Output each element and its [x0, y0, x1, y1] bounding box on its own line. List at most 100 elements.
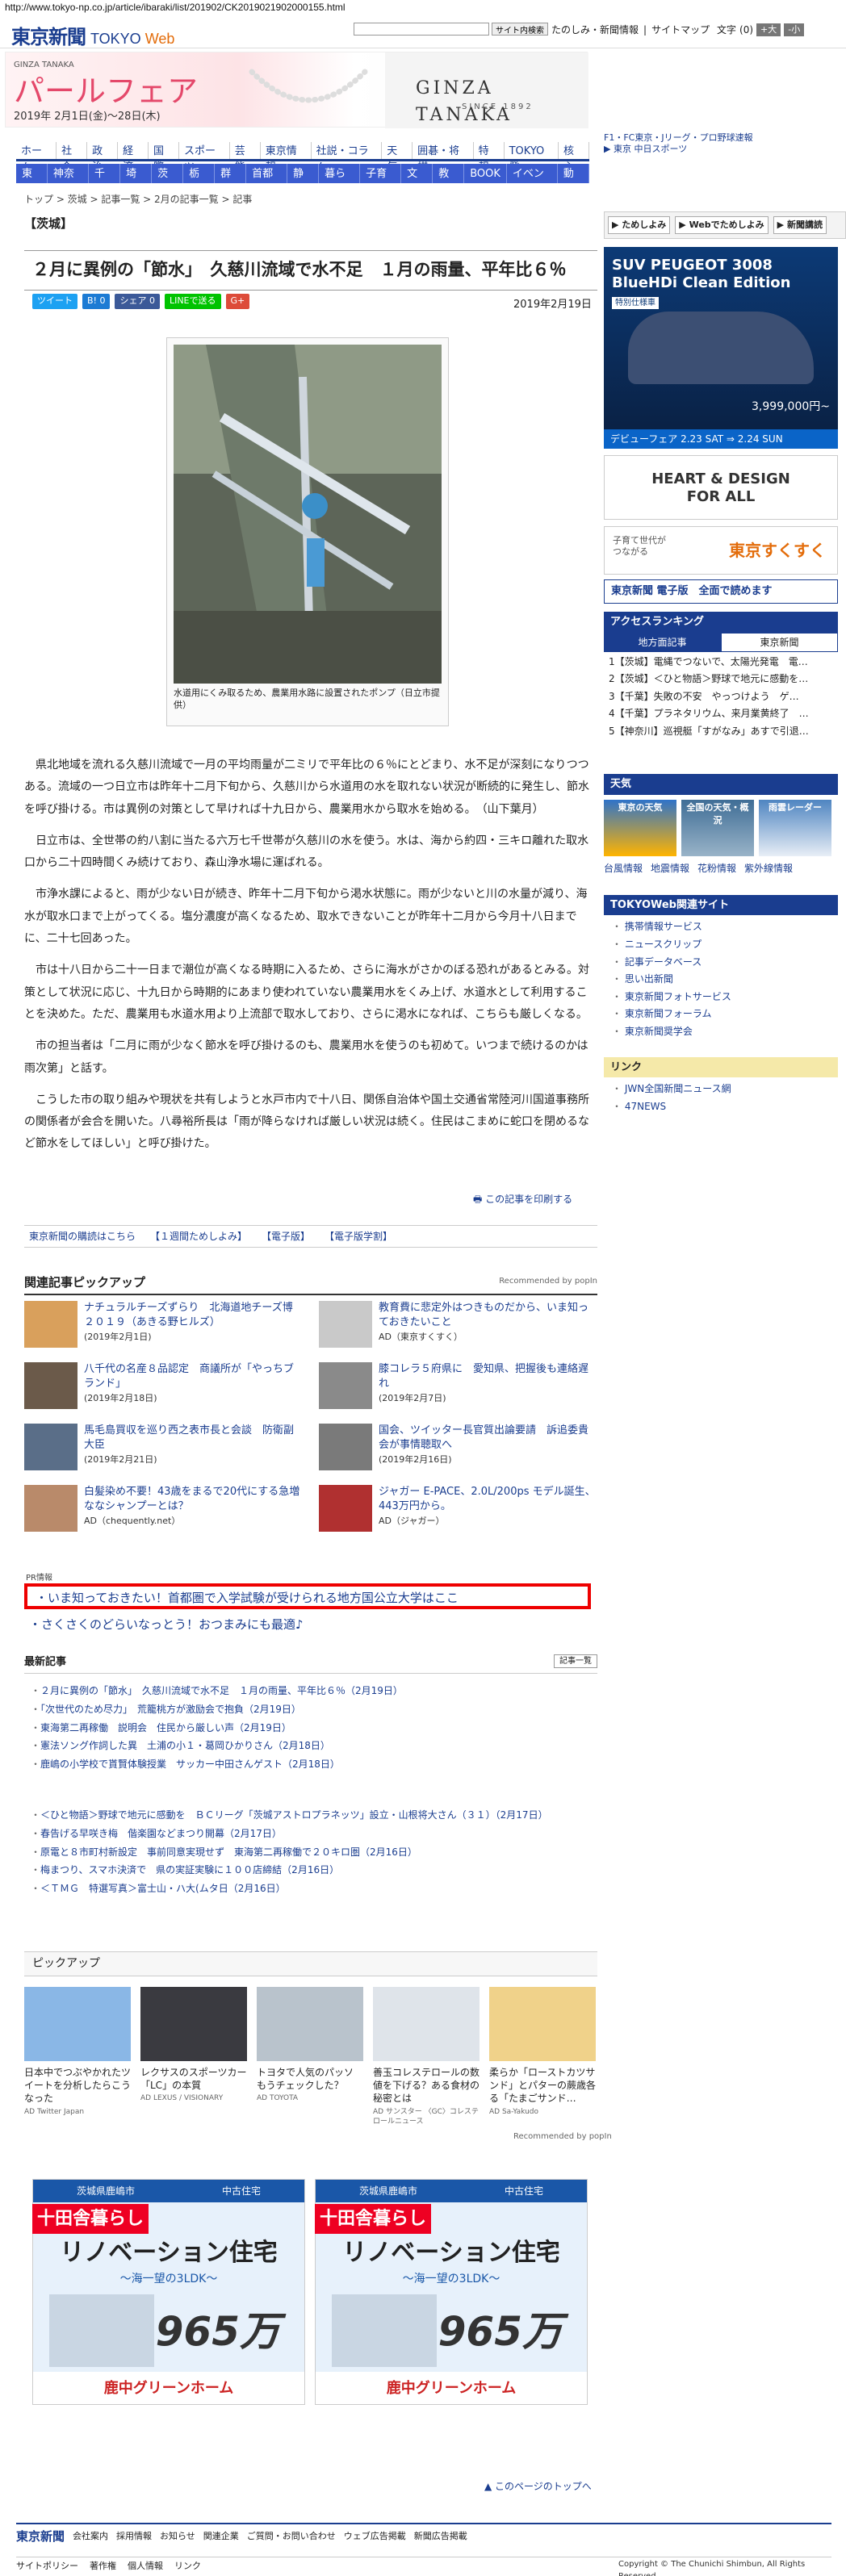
region-nav-item[interactable]: 静岡 [287, 164, 320, 196]
nav-item[interactable]: 国際 [149, 142, 180, 174]
article-list-button[interactable]: 記事一覧 [554, 1654, 597, 1668]
region-nav-item[interactable]: 首都圏 [246, 164, 288, 196]
latest-article-link[interactable]: 「次世代のため尽力」 荒籠桃方が激励会で抱負（2月19日） [31, 1700, 596, 1719]
region-nav-item[interactable]: 茨城 [152, 164, 184, 196]
service-link[interactable]: 東京新聞フォトサービス [612, 989, 830, 1006]
subscribe-link[interactable]: 東京新聞の購読はこちら [29, 1229, 136, 1244]
nav-item[interactable]: 社会 [57, 142, 88, 174]
footer-sub-link[interactable]: 著作権 [90, 2560, 116, 2574]
national-weather[interactable]: 全国の天気・概況 [681, 799, 754, 856]
tokyo-weather[interactable]: 東京の天気 [604, 799, 676, 856]
facebook-share-button[interactable]: シェア 0 [115, 294, 160, 309]
digital-student-link[interactable]: 【電子版学割】 [325, 1229, 392, 1244]
footer-sub-link[interactable]: 個人情報 [128, 2560, 163, 2574]
google-plus-button[interactable]: G+ [225, 294, 250, 309]
latest-article-link[interactable]: 鹿嶋の小学校で貰賢体験授業 サッカー中田さんゲスト（2月18日） [31, 1755, 596, 1774]
tab-local[interactable]: 地方面記事 [604, 632, 721, 652]
header-link-tanoshimi[interactable]: たのしみ・新聞情報 [551, 23, 639, 37]
pickup-item[interactable]: 膝コレラ５府県に 愛知県、把握後も連絡遅れ (2019年2月7日) [319, 1362, 597, 1412]
footer-link[interactable]: ウェブ広告掲載 [344, 2530, 406, 2544]
font-size-plus-button[interactable]: +大 [756, 23, 781, 37]
pearl-fair-ad[interactable]: GINZA TANAKA パールフェア 2019年 2月1日(金)〜28日(木)… [5, 52, 588, 128]
heart-design-ad[interactable]: HEART & DESIGN FOR ALL [604, 455, 838, 520]
region-nav-item[interactable]: 東京 [16, 164, 48, 196]
service-link[interactable]: ニュースクリップ [612, 936, 830, 954]
pickup-item[interactable]: ジャガー E-PACE、2.0L/200ps モデル誕生、443万円から。 AD（… [319, 1485, 597, 1535]
region-nav-item[interactable]: 神奈川 [48, 164, 90, 196]
nav-item[interactable]: TOKYO発 [505, 142, 559, 174]
ranking-item[interactable]: 2【茨城】＜ひと物語＞野球で地元に感動を… [609, 671, 833, 688]
older-article-link[interactable]: 春告げる早咲き梅 偕楽園などまつり開幕（2月17日） [31, 1825, 596, 1843]
web-trial-button[interactable]: ▶ Webでためしよみ [675, 215, 769, 235]
region-nav-item[interactable]: 群馬 [215, 164, 247, 196]
breadcrumb[interactable]: トップ > 茨城 > 記事一覧 > 2月の記事一覧 > 記事 [24, 192, 252, 207]
region-nav-item[interactable]: 動画 [558, 164, 589, 196]
footer-link[interactable]: 新聞広告掲載 [414, 2530, 467, 2544]
service-link[interactable]: 思い出新聞 [612, 971, 830, 989]
ranking-item[interactable]: 3【千葉】失敗の不安 やっつけよう ゲ… [609, 688, 833, 706]
pr-highlight-link[interactable]: ・いま知っておきたい！首都圏で入学試験が受けられる地方国公立大学はここ [24, 1583, 591, 1609]
print-link[interactable]: 🖶 この記事を印刷する [473, 1192, 572, 1206]
digital-link[interactable]: 【電子版】 [262, 1229, 310, 1244]
peugeot-ad[interactable]: SUV PEUGEOT 3008 BlueHDi Clean Edition 特… [604, 247, 838, 449]
trial-button[interactable]: ▶ ためしよみ [608, 215, 671, 235]
footer-link[interactable]: 会社案内 [73, 2530, 108, 2544]
region-nav-item[interactable]: 千葉 [89, 164, 121, 196]
pickup-ad-item[interactable]: 日本中でつぶやかれたツイートを分析したらこうなった AD Twitter Japa… [24, 1987, 131, 2126]
nav-item[interactable]: 核心 [559, 142, 590, 174]
weather-link[interactable]: 紫外線情報 [744, 861, 793, 876]
pickup-ad-item[interactable]: 柔らか「ローストカツサンド」とパターの蕨歳各る「たまごサンド… AD Sa-Yak… [489, 1987, 596, 2126]
older-article-link[interactable]: 原電と８市町村新設定 事前同意実現せず 東海第二再稼働で２０キロ圏（2月16日） [31, 1843, 596, 1862]
external-link[interactable]: JWN全国新聞ニュース網 [612, 1081, 830, 1098]
latest-article-link[interactable]: ２月に異例の「節水」 久慈川流域で水不足 １月の雨量、平年比６％（2月19日） [31, 1682, 596, 1700]
pickup-item[interactable]: 白髪染め不要！43歳をまるで20代にする急増ななシャンプーとは？ AD（chequ… [24, 1485, 303, 1535]
popin-credit[interactable]: Recommended by popIn [499, 1275, 597, 1287]
footer-sub-link[interactable]: サイトポリシー [16, 2560, 78, 2574]
ranking-item[interactable]: 5【神奈川】巡視艇「すがなみ」あすで引退… [609, 723, 833, 741]
header-link-sitemap[interactable]: サイトマップ [651, 23, 710, 37]
weather-link[interactable]: 花粉情報 [697, 861, 736, 876]
nav-item[interactable]: 特報 [474, 142, 505, 174]
site-logo[interactable]: 東京新聞 TOKYO Web [11, 23, 174, 52]
popin-credit-2[interactable]: Recommended by popIn [513, 2131, 612, 2143]
footer-link[interactable]: ご質問・お問い合わせ [247, 2530, 336, 2544]
region-nav-item[interactable]: 文化 [401, 164, 433, 196]
pickup-item[interactable]: ナチュラルチーズずらり 北海道地チーズ博２０１９（あきる野ヒルズ） (2019年2… [24, 1301, 303, 1351]
rain-radar[interactable]: 雨雲レーダー [759, 799, 831, 856]
ranking-item[interactable]: 1【茨城】電縄でつないで、太陽光発電 電… [609, 654, 833, 671]
nav-item[interactable]: スポーツ [179, 142, 230, 174]
line-button[interactable]: LINEで送る [164, 294, 221, 309]
search-button[interactable]: サイト内検索 [492, 23, 548, 36]
pickup-ad-item[interactable]: レクサスのスポーツカー「LC」の本質 AD LEXUS / VISIONARY [140, 1987, 247, 2126]
pickup-item[interactable]: 国会、ツイッター長官質出論要請 訴追委貴会が事情聴取へ (2019年2月16日) [319, 1424, 597, 1474]
older-article-link[interactable]: ＜ＴＭＧ 特選写真＞富士山・ハ大(ムタ日（2月16日） [31, 1880, 596, 1898]
tweet-button[interactable]: ツイート [32, 294, 77, 309]
renovation-ad-1[interactable]: 茨城県鹿嶋市 中古住宅 十田舎暮らし リノベーション住宅 〜海一望の3LDK〜 9… [32, 2179, 305, 2405]
sports-link[interactable]: F1・FC東京・Jリーグ・プロ野球速報 ▶ 東京 中日スポーツ [604, 132, 753, 156]
pickup-item[interactable]: 教育費に悲定外はつきものだから、いま知っておきたいこと AD（東京すくすく） [319, 1301, 597, 1351]
service-link[interactable]: 記事データベース [612, 954, 830, 972]
ranking-item[interactable]: 4【千葉】プラネタリウム、来月業黄終了 … [609, 705, 833, 723]
footer-link[interactable]: 採用情報 [116, 2530, 152, 2544]
weather-link[interactable]: 地震情報 [651, 861, 689, 876]
footer-sub-link[interactable]: リンク [174, 2560, 201, 2574]
latest-article-link[interactable]: 憲法ソング作詞した異 土浦の小１・葛岡ひかりさん（2月18日） [31, 1737, 596, 1755]
footer-link[interactable]: 関連企業 [203, 2530, 239, 2544]
footer-logo[interactable]: 東京新聞 [16, 2528, 65, 2546]
older-article-link[interactable]: ＜ひと物語＞野球で地元に感動を ＢＣリーグ「茨城アストロプラネッツ」設立・山根将… [31, 1806, 596, 1825]
pickup-ad-item[interactable]: 善玉コレステロールの数値を下げる？ある食材の秘密とは AD サンスター 〈GC〉コ… [373, 1987, 480, 2126]
nav-item[interactable]: 東京情報 [261, 142, 312, 174]
renovation-ad-2[interactable]: 茨城県鹿嶋市 中古住宅 十田舎暮らし リノベーション住宅 〜海一望の3LDK〜 9… [315, 2179, 588, 2405]
region-nav-item[interactable]: 教育 [433, 164, 465, 196]
hatena-button[interactable]: B! 0 [82, 294, 111, 309]
font-size-minus-button[interactable]: -小 [784, 23, 805, 37]
footer-link[interactable]: お知らせ [160, 2530, 195, 2544]
digital-edition-banner[interactable]: 東京新聞 電子版 全面で読めます [604, 579, 838, 604]
weather-link[interactable]: 台風情報 [604, 861, 643, 876]
service-link[interactable]: 東京新聞フォーラム [612, 1006, 830, 1023]
region-nav-item[interactable]: 栃木 [183, 164, 216, 196]
pickup-item[interactable]: 馬毛島買収を巡り西之表市長と会談 防衛副大臣 (2019年2月21日) [24, 1424, 303, 1474]
region-nav-item[interactable]: BOOK [464, 164, 507, 183]
service-link[interactable]: 携帯情報サービス [612, 918, 830, 936]
address-bar[interactable]: http://www.tokyo-np.co.jp/article/ibarak… [0, 0, 846, 16]
